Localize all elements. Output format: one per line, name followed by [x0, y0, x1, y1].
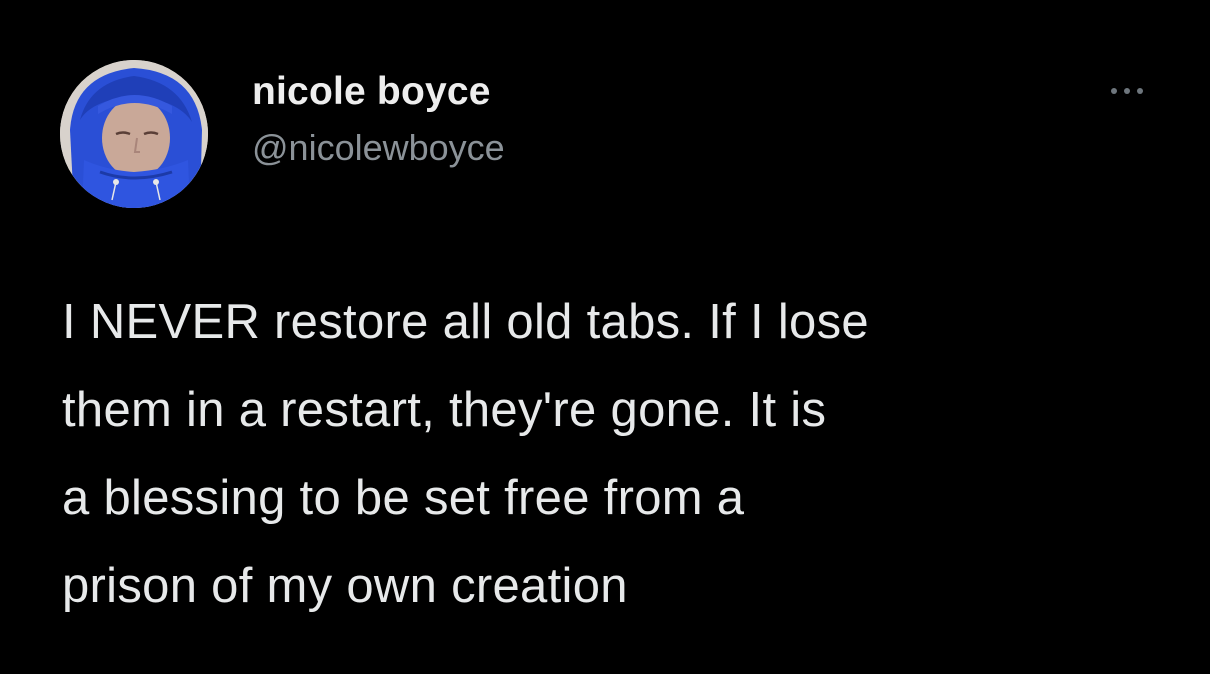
user-handle[interactable]: @nicolewboyce	[252, 124, 505, 172]
more-horizontal-icon-dot	[1124, 88, 1130, 94]
more-horizontal-icon-dot	[1137, 88, 1143, 94]
avatar[interactable]	[60, 60, 208, 208]
tweet-text-line: them in a restart, they're gone. It is	[62, 383, 827, 437]
more-horizontal-icon	[1111, 88, 1117, 94]
tweet-text-line: I NEVER restore all old tabs. If I lose	[62, 295, 869, 349]
tweet-text: I NEVER restore all old tabs. If I lose …	[62, 278, 1162, 630]
tweet-text-line: prison of my own creation	[62, 559, 628, 613]
tweet-card: nicole boyce @nicolewboyce I NEVER resto…	[0, 0, 1210, 674]
more-options-button[interactable]	[1092, 76, 1162, 106]
tweet-text-line: a blessing to be set free from a	[62, 471, 745, 525]
avatar-image	[60, 60, 208, 208]
tweet-author: nicole boyce @nicolewboyce	[252, 68, 505, 172]
display-name[interactable]: nicole boyce	[252, 68, 505, 116]
